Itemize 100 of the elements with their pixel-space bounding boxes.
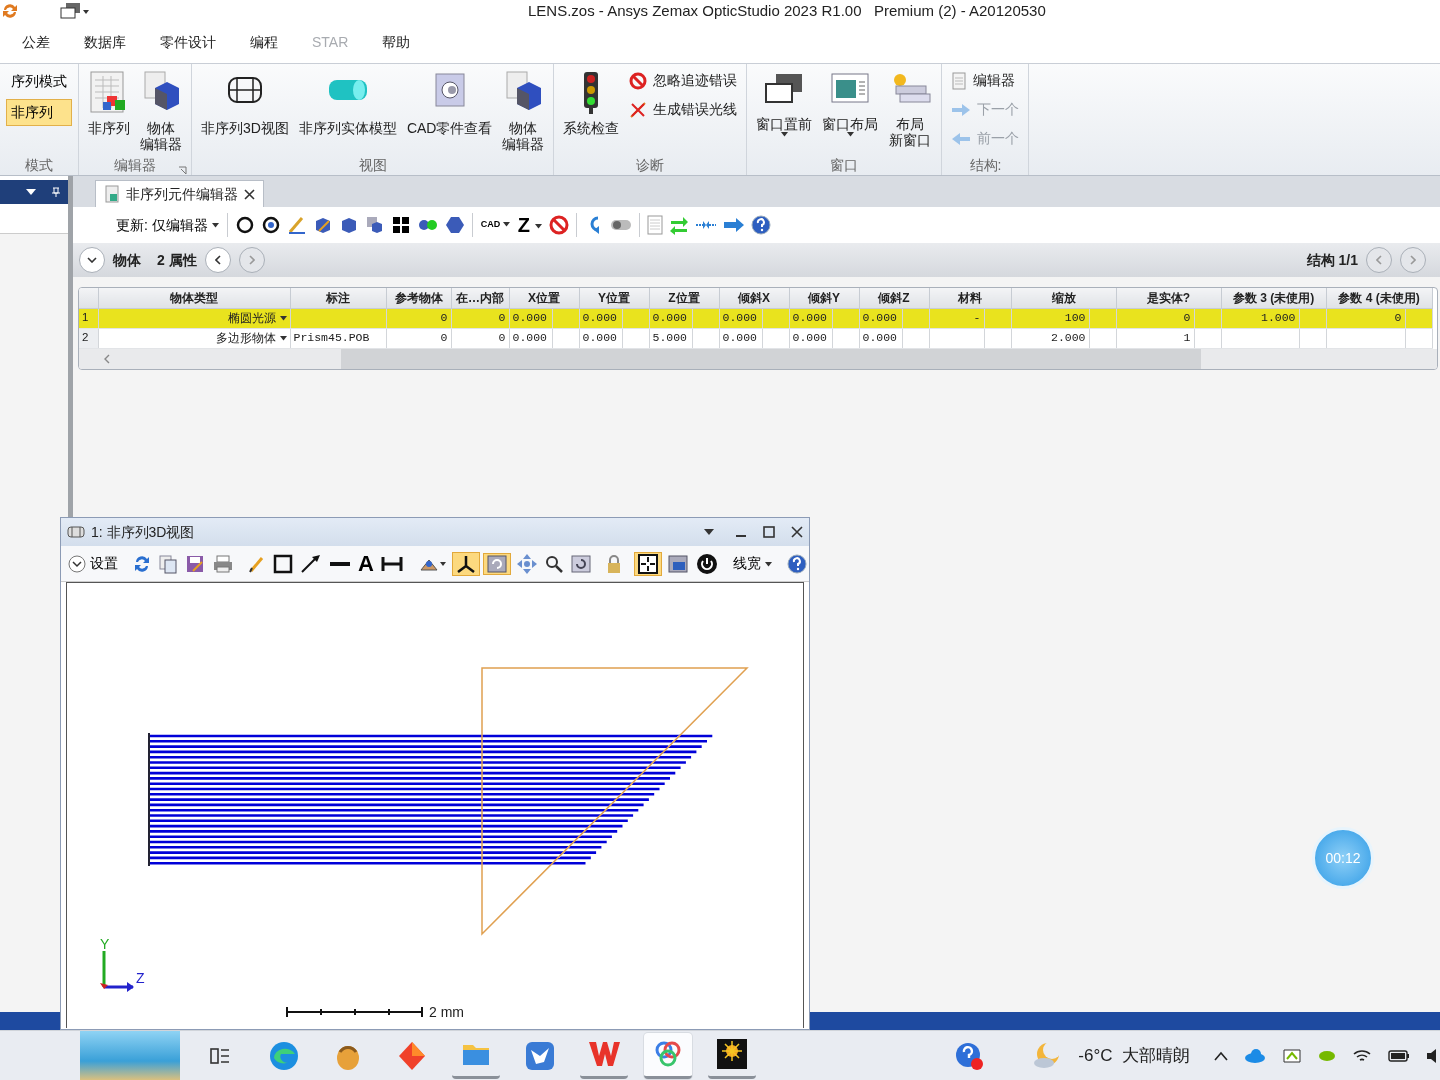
- no-entry-icon: [549, 215, 570, 235]
- lock-icon: [605, 553, 622, 574]
- right-arrow-icon: [723, 217, 746, 233]
- zoom-icon: [544, 554, 563, 573]
- table-cell: Prism45.POB: [290, 328, 386, 348]
- crossed-arrow-icon: [629, 100, 648, 119]
- dropdown-button[interactable]: CAD: [477, 218, 513, 232]
- dialog-launcher-icon[interactable]: [178, 165, 187, 175]
- ribbon-button[interactable]: 编辑器: [948, 68, 1023, 93]
- ribbon-button[interactable]: 非序列: [85, 68, 133, 155]
- toolbar-button[interactable]: [327, 560, 353, 567]
- dropdown-caret-icon[interactable]: [26, 189, 36, 195]
- group-label: 模式: [25, 157, 53, 173]
- column-header: Z位置: [668, 290, 700, 305]
- ribbon-button[interactable]: 非序列3D视图: [198, 68, 292, 155]
- scroll-left-icon[interactable]: [103, 353, 111, 364]
- close-icon[interactable]: [791, 526, 803, 538]
- ribbon-button[interactable]: 窗口置前: [753, 68, 816, 155]
- cloud-icon[interactable]: [1244, 1047, 1266, 1064]
- mode-option[interactable]: 序列模式: [6, 68, 72, 95]
- chevron-up-icon[interactable]: [1214, 1050, 1228, 1061]
- reset-view-icon: [569, 553, 592, 574]
- ribbon-button[interactable]: 布局 新窗口: [885, 68, 936, 155]
- weather-text[interactable]: -6°C 大部晴朗: [1078, 1042, 1190, 1069]
- ribbon-button[interactable]: 物体 编辑器: [499, 68, 548, 155]
- group-label: 诊断: [636, 157, 665, 173]
- text-tool-button[interactable]: A: [356, 552, 376, 575]
- axis-label: Z: [136, 970, 145, 986]
- menu-tab[interactable]: 编程: [246, 32, 282, 53]
- menu-tab[interactable]: 零件设计: [156, 32, 220, 53]
- ribbon-button[interactable]: 系统检查: [560, 68, 623, 155]
- maximize-icon[interactable]: [763, 526, 775, 538]
- ribbon-button[interactable]: 物体 编辑器: [137, 68, 185, 155]
- page-icon: [647, 215, 664, 235]
- editor-tab[interactable]: 非序列元件编辑器: [95, 180, 264, 207]
- table-cell: 1: [1116, 328, 1194, 348]
- browser-icon: [268, 1039, 300, 1072]
- line-icon: [329, 560, 351, 567]
- chevron-down-circle-icon: [68, 554, 86, 573]
- task-view-icon: [209, 1045, 231, 1066]
- wifi-icon[interactable]: [1352, 1047, 1372, 1064]
- settings-button[interactable]: 设置: [65, 553, 121, 574]
- rotate-view-icon: [485, 553, 508, 574]
- pin-icon[interactable]: [52, 187, 60, 197]
- toolbar-button[interactable]: [271, 553, 295, 574]
- dropdown-button[interactable]: Z: [514, 210, 546, 240]
- axis-label: Y: [100, 936, 110, 952]
- document-icon: [951, 71, 968, 90]
- ribbon-button[interactable]: 非序列实体模型: [295, 68, 400, 155]
- window-switch-icon[interactable]: [60, 2, 90, 20]
- collapse-button[interactable]: [79, 247, 105, 273]
- battery-icon[interactable]: [1388, 1048, 1410, 1063]
- table-cell: 0.000: [579, 328, 622, 348]
- previous-button[interactable]: [204, 247, 231, 273]
- object-type-cell[interactable]: 多边形物体: [98, 328, 290, 348]
- chevron-left-icon: [1376, 255, 1382, 265]
- table-cell: 0.000: [509, 328, 552, 348]
- chevron-left-icon: [214, 255, 221, 265]
- column-header: 标注: [326, 290, 350, 305]
- swap-arrows-icon: [669, 215, 690, 235]
- printer-icon: [212, 553, 234, 574]
- ribbon-button[interactable]: 生成错误光线: [626, 97, 741, 122]
- column-header: X位置: [528, 290, 560, 305]
- ribbon-button[interactable]: CAD零件查看: [403, 68, 496, 155]
- toolbar-button[interactable]: [633, 551, 662, 576]
- window-title: 1: 非序列3D视图: [91, 522, 195, 542]
- table-cell: 0.000: [859, 328, 902, 348]
- chevron-right-icon: [248, 255, 255, 265]
- chevron-right-icon: [1410, 255, 1416, 265]
- menu-tab[interactable]: 数据库: [80, 32, 130, 53]
- table-cell: 2.000: [1011, 328, 1089, 348]
- scrollbar-thumb[interactable]: [341, 348, 1201, 369]
- close-icon[interactable]: [244, 188, 255, 200]
- right-arrow-icon: [951, 102, 972, 117]
- line-width-dropdown[interactable]: 线宽: [729, 553, 775, 574]
- bird-icon: [524, 1039, 556, 1072]
- menu-tab[interactable]: 公差: [18, 32, 54, 53]
- group-label: 窗口: [830, 157, 859, 173]
- ribbon-button[interactable]: 忽略追迹错误: [626, 68, 741, 93]
- mode-option[interactable]: 非序列: [6, 99, 72, 126]
- column-header: 参考物体: [394, 290, 443, 305]
- help-badge-icon[interactable]: [954, 1040, 985, 1071]
- window-icon: [67, 525, 85, 539]
- chevron-down-icon: [87, 257, 97, 263]
- dropdown-button[interactable]: 更新: 仅编辑器: [113, 214, 222, 236]
- group-label: 视图: [358, 157, 387, 173]
- column-header: Y位置: [598, 290, 630, 305]
- toolbar-button[interactable]: [451, 551, 480, 576]
- pencil-ruler-icon: [286, 215, 307, 235]
- grid-icon: [390, 215, 411, 235]
- column-header: 是实体?: [1146, 290, 1191, 305]
- caret-icon: [211, 223, 219, 229]
- ribbon-button[interactable]: 窗口布局: [819, 68, 882, 155]
- diagonal-arrow-icon: [300, 553, 322, 574]
- menu-tab[interactable]: 帮助: [378, 32, 415, 53]
- power-icon: [695, 552, 718, 575]
- scale-label: 2 mm: [429, 1004, 464, 1020]
- column-header: 材料: [958, 290, 982, 305]
- object-label: 物体: [113, 250, 141, 270]
- dropdown-caret-icon[interactable]: [703, 528, 715, 536]
